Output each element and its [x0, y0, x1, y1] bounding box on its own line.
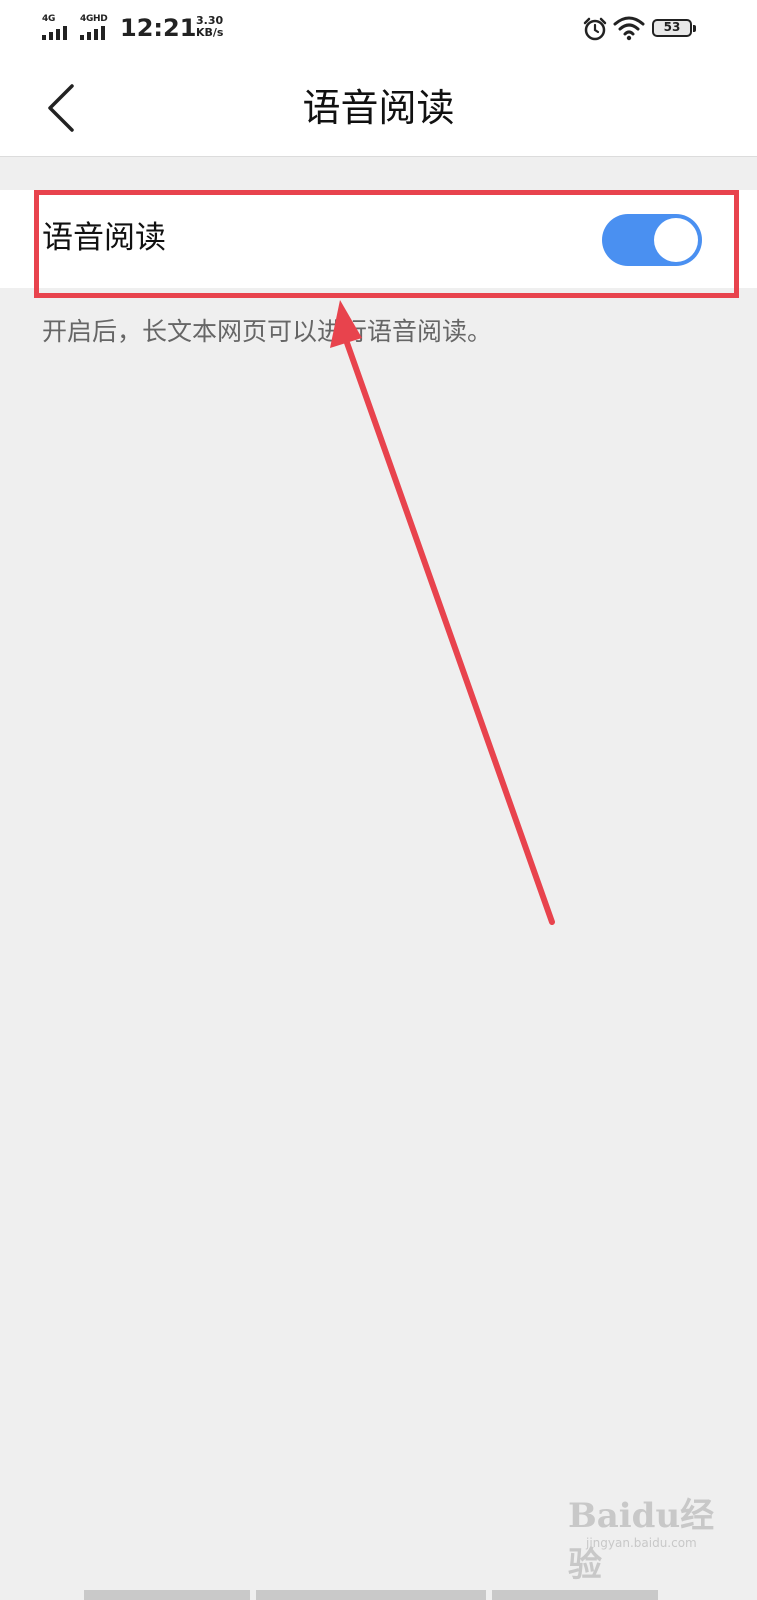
page-title: 语音阅读: [302, 86, 455, 130]
battery-icon: 53: [652, 19, 698, 39]
signal-icon: 4GHD: [80, 14, 114, 40]
network-speed-unit: KB/s: [196, 26, 224, 39]
nav-bar-segment: [84, 1590, 250, 1600]
network-speed: 3.30 KB/s: [196, 15, 223, 39]
alarm-icon: [583, 17, 607, 41]
signal-icon: 4G: [42, 14, 76, 40]
nav-bar-segment: [256, 1590, 486, 1600]
clock: 12:21: [120, 14, 197, 42]
voice-reading-row[interactable]: 语音阅读: [0, 190, 757, 288]
network-type-1: 4G: [42, 14, 56, 24]
watermark-url: jingyan.baidu.com: [586, 1536, 697, 1550]
status-bar: 4G 4GHD 12:21 3.30 KB/s 53: [0, 0, 757, 58]
network-type-2: 4GHD: [80, 14, 108, 24]
voice-reading-hint: 开启后，长文本网页可以进行语音阅读。: [42, 317, 493, 346]
wifi-icon: [613, 16, 645, 41]
app-header: 语音阅读: [0, 58, 757, 157]
toggle-knob: [654, 218, 698, 262]
baidu-watermark: Baidu经验 jingyan.baidu.com: [568, 1488, 748, 1585]
voice-reading-toggle[interactable]: [602, 214, 702, 266]
battery-level: 53: [663, 20, 681, 34]
nav-bar-segment: [492, 1590, 658, 1600]
voice-reading-label: 语音阅读: [42, 220, 166, 256]
